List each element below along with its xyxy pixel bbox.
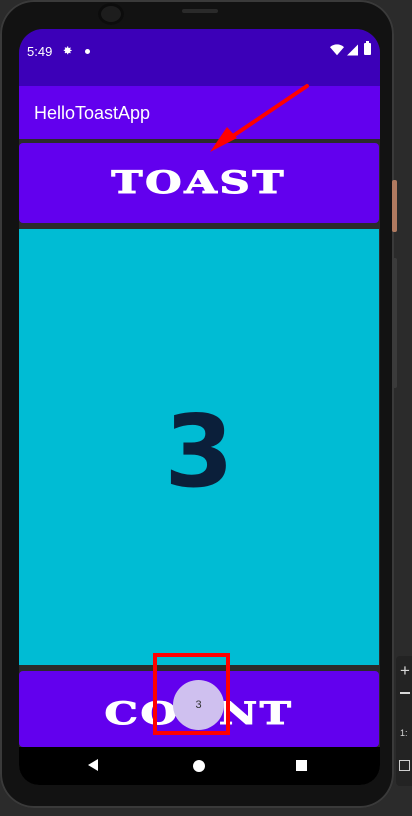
home-icon[interactable] xyxy=(193,760,205,772)
signal-icon xyxy=(347,44,358,56)
gear-icon xyxy=(63,46,72,55)
app-title: HelloToastApp xyxy=(34,103,151,123)
camera-icon xyxy=(98,3,124,25)
count-value: 3 xyxy=(164,393,234,510)
zoom-ratio-label[interactable]: 1: xyxy=(400,728,408,738)
recents-icon[interactable] xyxy=(296,760,307,771)
toast-button[interactable]: TOAST xyxy=(19,143,379,223)
back-icon[interactable] xyxy=(88,759,98,771)
emulator-toolbar: + 1: xyxy=(396,656,412,786)
volume-button xyxy=(392,258,397,388)
annotation-highlight-box xyxy=(153,653,230,735)
speaker-grille xyxy=(182,9,218,13)
status-time: 5:49 xyxy=(27,44,53,59)
status-bar: 5:49 xyxy=(19,29,380,86)
zoom-out-icon[interactable] xyxy=(400,692,410,694)
power-button xyxy=(392,180,397,232)
annotation-arrow-icon xyxy=(210,84,309,152)
count-display: 3 xyxy=(19,229,379,665)
notification-dot-icon xyxy=(85,49,90,54)
navigation-bar xyxy=(19,747,380,785)
fit-screen-icon[interactable] xyxy=(399,760,410,771)
toast-button-label: TOAST xyxy=(111,165,287,202)
wifi-icon xyxy=(330,44,344,56)
zoom-in-icon[interactable]: + xyxy=(400,662,410,679)
battery-icon xyxy=(364,41,371,55)
